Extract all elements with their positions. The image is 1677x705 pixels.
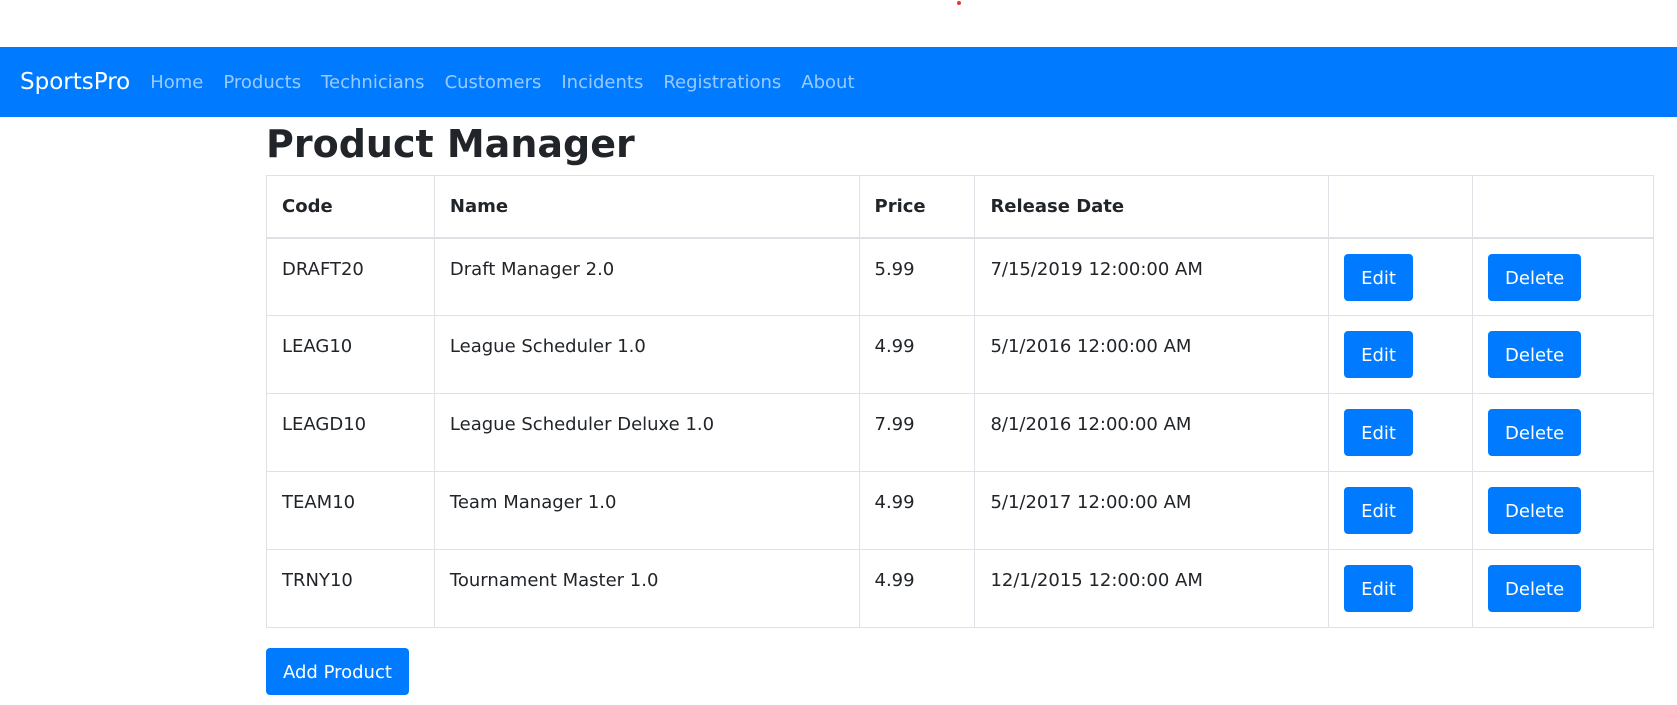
cursor-dot bbox=[957, 1, 961, 5]
cell-release-date: 12/1/2015 12:00:00 AM bbox=[974, 549, 1330, 628]
nav-link-technicians[interactable]: Technicians bbox=[311, 72, 434, 93]
header-edit bbox=[1328, 175, 1474, 239]
edit-button[interactable]: Edit bbox=[1344, 409, 1413, 456]
cell-edit: Edit bbox=[1328, 549, 1474, 628]
edit-button[interactable]: Edit bbox=[1344, 487, 1413, 534]
main-content: Product Manager Code Name Price Release … bbox=[266, 117, 1654, 695]
cell-code: DRAFT20 bbox=[266, 237, 435, 316]
delete-button[interactable]: Delete bbox=[1488, 565, 1582, 612]
header-delete bbox=[1472, 175, 1654, 239]
cell-name: Team Manager 1.0 bbox=[433, 471, 860, 550]
header-release-date: Release Date bbox=[974, 175, 1330, 239]
cell-code: LEAG10 bbox=[266, 315, 435, 394]
navbar: SportsPro Home Products Technicians Cust… bbox=[0, 47, 1677, 117]
cell-release-date: 5/1/2016 12:00:00 AM bbox=[974, 315, 1330, 394]
edit-button[interactable]: Edit bbox=[1344, 565, 1413, 612]
cell-name: Tournament Master 1.0 bbox=[433, 549, 860, 628]
cell-code: TEAM10 bbox=[266, 471, 435, 550]
cell-code: TRNY10 bbox=[266, 549, 435, 628]
cell-edit: Edit bbox=[1328, 237, 1474, 316]
top-strip bbox=[0, 0, 1677, 47]
table-row: LEAG10 League Scheduler 1.0 4.99 5/1/201… bbox=[266, 315, 1654, 394]
cell-price: 5.99 bbox=[858, 237, 976, 316]
header-price: Price bbox=[858, 175, 976, 239]
header-code: Code bbox=[266, 175, 435, 239]
table-row: LEAGD10 League Scheduler Deluxe 1.0 7.99… bbox=[266, 393, 1654, 472]
add-product-button[interactable]: Add Product bbox=[266, 648, 409, 695]
nav-link-products[interactable]: Products bbox=[213, 72, 311, 93]
cell-price: 4.99 bbox=[858, 315, 976, 394]
cell-edit: Edit bbox=[1328, 393, 1474, 472]
cell-name: League Scheduler 1.0 bbox=[433, 315, 860, 394]
edit-button[interactable]: Edit bbox=[1344, 253, 1413, 301]
cell-price: 4.99 bbox=[858, 471, 976, 550]
cell-delete: Delete bbox=[1472, 237, 1654, 316]
nav-link-about[interactable]: About bbox=[791, 72, 864, 93]
table-row: TRNY10 Tournament Master 1.0 4.99 12/1/2… bbox=[266, 549, 1654, 628]
brand-link[interactable]: SportsPro bbox=[20, 69, 130, 95]
table-row: DRAFT20 Draft Manager 2.0 5.99 7/15/2019… bbox=[266, 237, 1654, 316]
page-title: Product Manager bbox=[266, 122, 635, 166]
nav-link-incidents[interactable]: Incidents bbox=[551, 72, 653, 93]
table-row: TEAM10 Team Manager 1.0 4.99 5/1/2017 12… bbox=[266, 471, 1654, 550]
delete-button[interactable]: Delete bbox=[1488, 409, 1582, 456]
cell-edit: Edit bbox=[1328, 471, 1474, 550]
nav-link-customers[interactable]: Customers bbox=[435, 72, 552, 93]
nav-link-home[interactable]: Home bbox=[140, 72, 213, 93]
cell-name: League Scheduler Deluxe 1.0 bbox=[433, 393, 860, 472]
cell-price: 7.99 bbox=[858, 393, 976, 472]
table-header-row: Code Name Price Release Date bbox=[266, 175, 1654, 239]
cell-edit: Edit bbox=[1328, 315, 1474, 394]
cell-delete: Delete bbox=[1472, 549, 1654, 628]
cell-delete: Delete bbox=[1472, 471, 1654, 550]
cell-delete: Delete bbox=[1472, 315, 1654, 394]
cell-code: LEAGD10 bbox=[266, 393, 435, 472]
cell-release-date: 8/1/2016 12:00:00 AM bbox=[974, 393, 1330, 472]
cell-release-date: 5/1/2017 12:00:00 AM bbox=[974, 471, 1330, 550]
edit-button[interactable]: Edit bbox=[1344, 331, 1413, 378]
products-table: Code Name Price Release Date DRAFT20 Dra… bbox=[266, 175, 1654, 628]
cell-delete: Delete bbox=[1472, 393, 1654, 472]
delete-button[interactable]: Delete bbox=[1488, 331, 1582, 378]
cell-name: Draft Manager 2.0 bbox=[433, 237, 860, 316]
cell-price: 4.99 bbox=[858, 549, 976, 628]
nav-link-registrations[interactable]: Registrations bbox=[653, 72, 791, 93]
header-name: Name bbox=[433, 175, 860, 239]
cell-release-date: 7/15/2019 12:00:00 AM bbox=[974, 237, 1330, 316]
delete-button[interactable]: Delete bbox=[1488, 253, 1582, 301]
delete-button[interactable]: Delete bbox=[1488, 487, 1582, 534]
